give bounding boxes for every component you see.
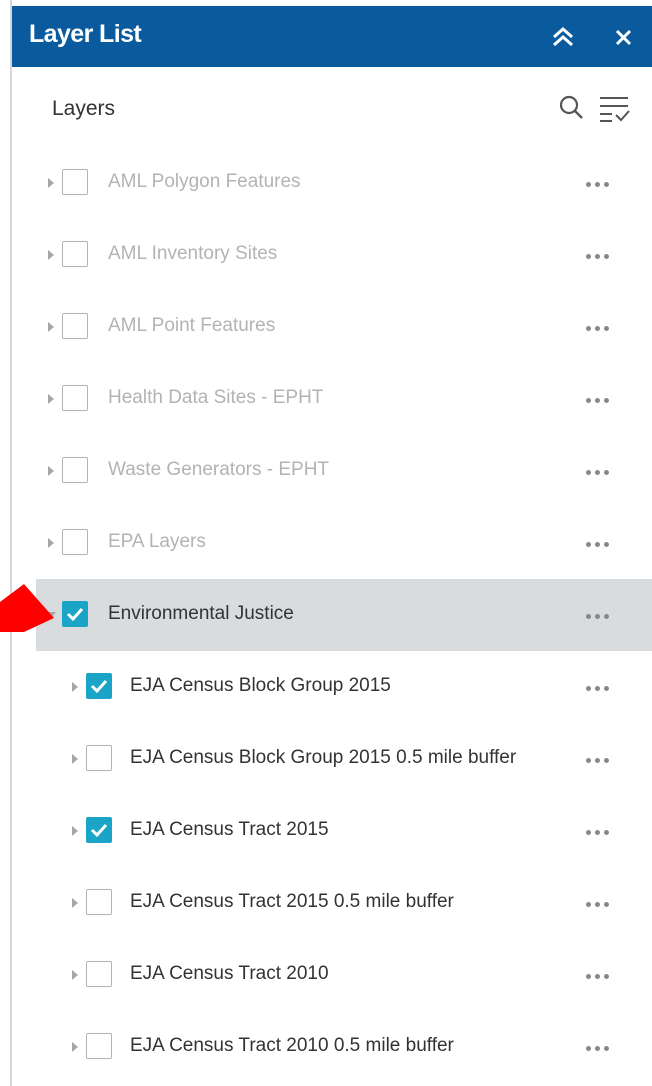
checkmark-icon	[90, 679, 108, 694]
filter-list-icon	[600, 97, 630, 122]
layer-row[interactable]: EJA Census Block Group 2015 0.5 mile buf…	[36, 723, 652, 795]
layer-row[interactable]: Environmental Justice	[36, 579, 652, 651]
layer-visibility-checkbox[interactable]	[62, 601, 88, 627]
expand-caret-right-icon[interactable]	[46, 320, 56, 334]
search-icon	[559, 95, 583, 119]
layer-more-options-button[interactable]	[582, 457, 622, 485]
search-layers-button[interactable]	[556, 93, 586, 123]
layer-more-options-button[interactable]	[582, 961, 622, 989]
close-panel-button[interactable]	[609, 20, 639, 54]
layer-label[interactable]: AML Inventory Sites	[108, 243, 277, 265]
layer-label[interactable]: Health Data Sites - EPHT	[108, 387, 323, 409]
expand-caret-right-icon[interactable]	[46, 176, 56, 190]
layer-more-options-button[interactable]	[582, 673, 622, 701]
collapse-panel-button[interactable]	[548, 20, 578, 54]
layer-visibility-checkbox[interactable]	[86, 1033, 112, 1059]
panel-header: Layer List	[12, 6, 652, 67]
layer-label[interactable]: EJA Census Block Group 2015 0.5 mile buf…	[130, 747, 516, 769]
layer-more-options-button[interactable]	[582, 385, 622, 413]
double-chevron-up-icon	[553, 26, 573, 47]
layer-row[interactable]: AML Point Features	[36, 291, 652, 363]
layer-label[interactable]: EJA Census Tract 2015 0.5 mile buffer	[130, 891, 454, 913]
layer-visibility-checkbox[interactable]	[62, 457, 88, 483]
expand-caret-right-icon[interactable]	[46, 392, 56, 406]
expand-caret-right-icon[interactable]	[70, 824, 80, 838]
layer-more-options-button[interactable]	[582, 1033, 622, 1061]
layer-row[interactable]: Health Data Sites - EPHT	[36, 363, 652, 435]
layers-toolbar: Layers	[12, 67, 652, 147]
layer-options-button[interactable]	[598, 93, 630, 123]
expand-caret-right-icon[interactable]	[70, 680, 80, 694]
layer-row[interactable]: EPA Layers	[36, 507, 652, 579]
layer-more-options-button[interactable]	[582, 889, 622, 917]
layer-visibility-checkbox[interactable]	[86, 889, 112, 915]
layer-visibility-checkbox[interactable]	[62, 241, 88, 267]
layer-label[interactable]: EJA Census Tract 2010 0.5 mile buffer	[130, 1035, 454, 1057]
layer-list-panel: Layer List Layers AML Polygon Features A…	[12, 0, 652, 1086]
layer-visibility-checkbox[interactable]	[62, 313, 88, 339]
layer-more-options-button[interactable]	[582, 241, 622, 269]
checkmark-icon	[90, 823, 108, 838]
layer-more-options-button[interactable]	[582, 169, 622, 197]
expand-caret-right-icon[interactable]	[70, 1040, 80, 1054]
layer-row[interactable]: EJA Census Tract 2010	[36, 939, 652, 1011]
layer-label[interactable]: EJA Census Tract 2010	[130, 963, 329, 985]
layer-visibility-checkbox[interactable]	[62, 169, 88, 195]
layer-more-options-button[interactable]	[582, 313, 622, 341]
layer-more-options-button[interactable]	[582, 529, 622, 557]
layer-visibility-checkbox[interactable]	[62, 529, 88, 555]
red-arrow-annotation	[0, 584, 54, 632]
layer-list-widget: Layer List Layers AML Polygon Features A…	[0, 0, 652, 1086]
layer-label[interactable]: EJA Census Block Group 2015	[130, 675, 391, 697]
layer-more-options-button[interactable]	[582, 817, 622, 845]
layers-heading: Layers	[52, 97, 116, 120]
expand-caret-right-icon[interactable]	[46, 536, 56, 550]
layer-label[interactable]: EJA Census Tract 2015	[130, 819, 329, 841]
layer-row[interactable]: AML Polygon Features	[36, 147, 652, 219]
layer-visibility-checkbox[interactable]	[86, 673, 112, 699]
layer-label[interactable]: AML Point Features	[108, 315, 275, 337]
layer-list: AML Polygon Features AML Inventory Sites A…	[12, 147, 652, 1083]
layer-more-options-button[interactable]	[582, 601, 622, 629]
layer-label[interactable]: AML Polygon Features	[108, 171, 301, 193]
checkmark-icon	[66, 607, 84, 622]
layer-label[interactable]: EPA Layers	[108, 531, 206, 553]
panel-title: Layer List	[29, 20, 142, 48]
layer-row[interactable]: Waste Generators - EPHT	[36, 435, 652, 507]
layer-row[interactable]: EJA Census Block Group 2015	[36, 651, 652, 723]
layer-visibility-checkbox[interactable]	[86, 817, 112, 843]
layer-more-options-button[interactable]	[582, 745, 622, 773]
layer-label[interactable]: Environmental Justice	[108, 603, 294, 625]
expand-caret-right-icon[interactable]	[70, 968, 80, 982]
expand-caret-right-icon[interactable]	[46, 464, 56, 478]
layer-visibility-checkbox[interactable]	[62, 385, 88, 411]
expand-caret-right-icon[interactable]	[70, 752, 80, 766]
close-icon	[615, 29, 632, 46]
layer-visibility-checkbox[interactable]	[86, 745, 112, 771]
expand-caret-right-icon[interactable]	[70, 896, 80, 910]
layer-row[interactable]: AML Inventory Sites	[36, 219, 652, 291]
layer-label[interactable]: Waste Generators - EPHT	[108, 459, 329, 481]
layer-row[interactable]: EJA Census Tract 2015	[36, 795, 652, 867]
expand-caret-right-icon[interactable]	[46, 248, 56, 262]
layer-row[interactable]: EJA Census Tract 2015 0.5 mile buffer	[36, 867, 652, 939]
layer-visibility-checkbox[interactable]	[86, 961, 112, 987]
layer-row[interactable]: EJA Census Tract 2010 0.5 mile buffer	[36, 1011, 652, 1083]
